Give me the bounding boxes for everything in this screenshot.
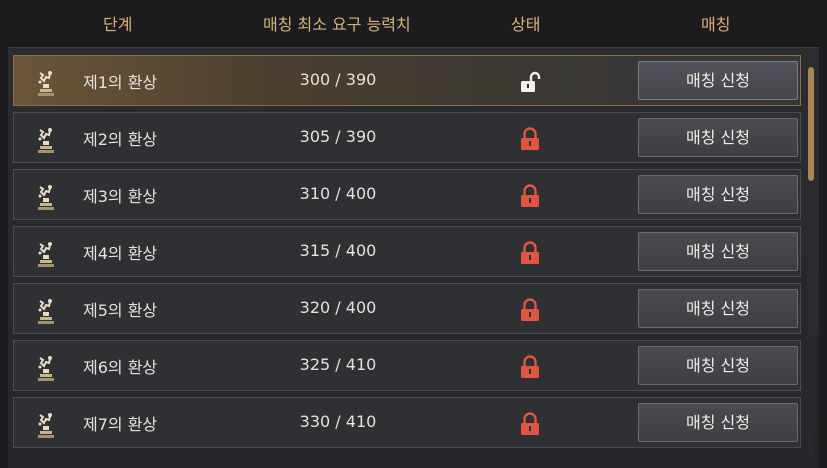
header-matching: 매칭 bbox=[701, 15, 731, 34]
locked-lock-icon bbox=[521, 184, 539, 207]
stage-name: 제3의 환상 bbox=[83, 187, 158, 206]
match-request-button[interactable]: 매칭 신청 bbox=[638, 346, 798, 385]
match-request-button[interactable]: 매칭 신청 bbox=[638, 118, 798, 157]
stage-name: 제7의 환상 bbox=[83, 415, 158, 434]
list-item[interactable]: 제2의 환상 305 / 390 매칭 신청 bbox=[13, 112, 801, 163]
locked-lock-icon bbox=[521, 412, 539, 435]
header-stage: 단계 bbox=[103, 15, 133, 34]
stage-name: 제2의 환상 bbox=[83, 130, 158, 149]
min-power-value: 310 / 400 bbox=[299, 184, 377, 203]
match-request-button[interactable]: 매칭 신청 bbox=[638, 232, 798, 271]
min-power-value: 300 / 390 bbox=[299, 70, 377, 89]
header-min-power: 매칭 최소 요구 능력치 bbox=[263, 15, 411, 34]
stage-icon bbox=[38, 128, 54, 153]
locked-lock-icon bbox=[521, 355, 539, 378]
stage-name: 제4의 환상 bbox=[83, 244, 158, 263]
min-power-value: 315 / 400 bbox=[299, 241, 377, 260]
scrollbar-thumb[interactable] bbox=[808, 67, 814, 181]
header-status: 상태 bbox=[511, 15, 541, 34]
stage-icon bbox=[38, 242, 54, 267]
locked-lock-icon bbox=[521, 298, 539, 321]
list-item[interactable]: 제1의 환상 300 / 390 매칭 신청 bbox=[13, 55, 801, 106]
locked-lock-icon bbox=[521, 127, 539, 150]
stage-icon bbox=[38, 299, 54, 324]
list-item[interactable]: 제4의 환상 315 / 400 매칭 신청 bbox=[13, 226, 801, 277]
stage-icon bbox=[38, 71, 54, 96]
match-request-button[interactable]: 매칭 신청 bbox=[638, 61, 798, 100]
table-header: 단계 매칭 최소 요구 능력치 상태 매칭 bbox=[0, 0, 827, 44]
match-request-button[interactable]: 매칭 신청 bbox=[638, 403, 798, 442]
stage-list[interactable]: 제1의 환상 300 / 390 매칭 신청 제2의 환상 305 / 390 … bbox=[8, 47, 819, 468]
min-power-value: 305 / 390 bbox=[299, 127, 377, 146]
list-item[interactable]: 제5의 환상 320 / 400 매칭 신청 bbox=[13, 283, 801, 334]
stage-name: 제6의 환상 bbox=[83, 358, 158, 377]
stage-icon bbox=[38, 413, 54, 438]
match-request-button[interactable]: 매칭 신청 bbox=[638, 175, 798, 214]
stage-name: 제5의 환상 bbox=[83, 301, 158, 320]
list-item[interactable]: 제6의 환상 325 / 410 매칭 신청 bbox=[13, 340, 801, 391]
stage-icon bbox=[38, 185, 54, 210]
min-power-value: 320 / 400 bbox=[299, 298, 377, 317]
locked-lock-icon bbox=[521, 241, 539, 264]
stage-icon bbox=[38, 356, 54, 381]
list-item[interactable]: 제3의 환상 310 / 400 매칭 신청 bbox=[13, 169, 801, 220]
stage-name: 제1의 환상 bbox=[83, 73, 158, 92]
min-power-value: 325 / 410 bbox=[299, 355, 377, 374]
unlocked-lock-icon bbox=[521, 71, 541, 92]
min-power-value: 330 / 410 bbox=[299, 412, 377, 431]
match-request-button[interactable]: 매칭 신청 bbox=[638, 289, 798, 328]
list-item[interactable]: 제7의 환상 330 / 410 매칭 신청 bbox=[13, 397, 801, 448]
